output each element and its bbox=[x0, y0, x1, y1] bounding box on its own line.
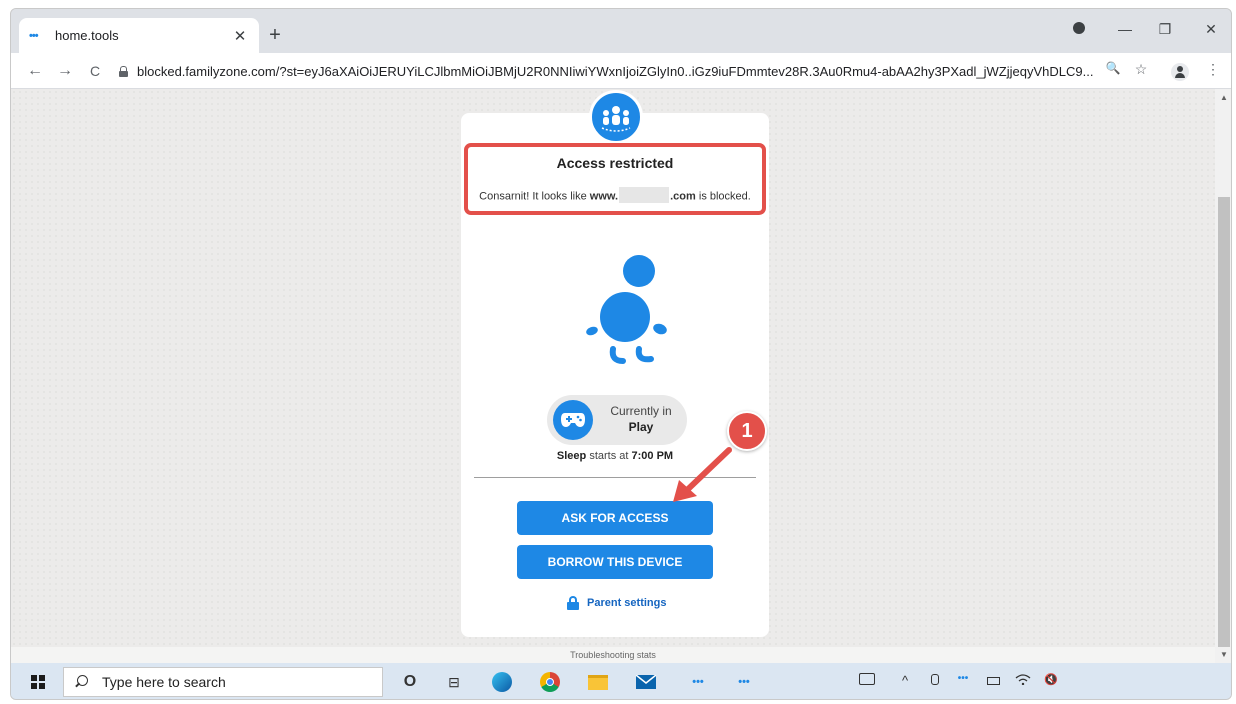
wifi-icon[interactable] bbox=[1013, 673, 1033, 688]
blocked-suffix: is blocked. bbox=[695, 190, 751, 203]
edge-browser-icon[interactable] bbox=[489, 669, 515, 695]
redacted-domain bbox=[619, 187, 670, 203]
blocked-message: Consarnit! It looks like www. .com is blo… bbox=[461, 187, 769, 203]
search-icon bbox=[74, 675, 88, 689]
bookmark-star-icon[interactable]: ☆ bbox=[1131, 61, 1151, 78]
address-bar[interactable]: blocked.familyzone.com/?st=eyJ6aXAiOiJER… bbox=[119, 57, 1209, 85]
family-zone-app-2-icon[interactable]: ••• bbox=[731, 669, 757, 695]
minimize-button[interactable]: — bbox=[1115, 21, 1135, 37]
troubleshooting-stats-link[interactable]: Troubleshooting stats bbox=[11, 647, 1215, 663]
annotation-arrow bbox=[673, 447, 732, 502]
forward-button[interactable]: → bbox=[55, 61, 75, 81]
page-content: Access restricted Consarnit! It looks li… bbox=[11, 89, 1215, 663]
tray-chevron-icon[interactable]: ^ bbox=[895, 673, 915, 688]
tab-close-icon[interactable]: ✕ bbox=[231, 27, 249, 45]
close-window-button[interactable]: ✕ bbox=[1201, 21, 1221, 38]
family-zone-app-icon[interactable]: ••• bbox=[685, 669, 711, 695]
search-placeholder: Type here to search bbox=[102, 674, 226, 690]
browser-toolbar: ← → C blocked.familyzone.com/?st=eyJ6aXA… bbox=[11, 53, 1231, 89]
scroll-down-arrow-icon[interactable]: ▼ bbox=[1220, 650, 1228, 659]
secure-lock-icon[interactable] bbox=[119, 65, 128, 77]
volume-muted-icon[interactable]: 🔇 bbox=[1041, 673, 1061, 686]
url-text[interactable]: blocked.familyzone.com/?st=eyJ6aXAiOiJER… bbox=[137, 64, 1097, 79]
annotation-step-badge: 1 bbox=[727, 411, 767, 451]
family-zone-tray-icon[interactable]: ••• bbox=[953, 673, 973, 684]
ask-for-access-button[interactable]: ASK FOR ACCESS bbox=[517, 501, 713, 535]
mail-icon[interactable] bbox=[633, 669, 659, 695]
profile-avatar-icon[interactable] bbox=[1171, 63, 1189, 81]
new-tab-button[interactable]: + bbox=[263, 23, 287, 47]
zoom-icon[interactable]: 🔍 bbox=[1103, 61, 1123, 75]
sleep-text: starts at bbox=[586, 450, 632, 462]
sleep-label: Sleep bbox=[556, 450, 587, 462]
family-zone-favicon-icon: ••• bbox=[29, 29, 39, 42]
taskbar-search-box[interactable]: Type here to search bbox=[63, 667, 383, 697]
mode-value: Play bbox=[628, 420, 654, 434]
news-widget-icon[interactable] bbox=[857, 673, 877, 688]
profile-indicator-icon[interactable] bbox=[1069, 21, 1089, 37]
annotation-highlight-box bbox=[464, 143, 766, 215]
tab-title: home.tools bbox=[55, 28, 119, 43]
cortana-icon[interactable]: O bbox=[397, 669, 423, 695]
reload-button[interactable]: C bbox=[85, 61, 105, 81]
blocked-domain-end: .com bbox=[670, 190, 696, 203]
page-title: Access restricted bbox=[556, 155, 674, 171]
browser-window: ••• home.tools ✕ + — ❐ ✕ ← → C blocked.f… bbox=[10, 8, 1232, 700]
padlock-icon bbox=[567, 596, 579, 610]
gamepad-icon bbox=[553, 400, 593, 440]
chrome-icon[interactable] bbox=[537, 669, 563, 695]
mode-label: Currently in bbox=[610, 404, 672, 418]
scroll-thumb[interactable] bbox=[1218, 197, 1230, 647]
restore-button[interactable]: ❐ bbox=[1155, 21, 1175, 38]
scroll-up-arrow-icon[interactable]: ▲ bbox=[1220, 93, 1228, 102]
battery-icon[interactable] bbox=[983, 673, 1003, 688]
file-explorer-icon[interactable] bbox=[585, 669, 611, 695]
parent-settings-link[interactable]: Parent settings bbox=[567, 596, 666, 610]
parent-settings-label: Parent settings bbox=[587, 597, 667, 609]
task-view-icon[interactable]: ⊟ bbox=[441, 669, 467, 695]
windows-start-icon[interactable] bbox=[31, 675, 45, 689]
tab-strip: ••• home.tools ✕ + — ❐ ✕ bbox=[11, 9, 1231, 53]
blocked-prefix: Consarnit! It looks like bbox=[479, 190, 590, 203]
borrow-device-button[interactable]: BORROW THIS DEVICE bbox=[517, 545, 713, 579]
tab-home-tools[interactable]: ••• home.tools ✕ bbox=[19, 18, 259, 53]
windows-taskbar: Type here to search O ⊟ ••• ••• ^ ••• 🔇 bbox=[11, 663, 1231, 699]
family-zone-logo-icon bbox=[589, 90, 643, 144]
menu-kebab-icon[interactable]: ⋮ bbox=[1203, 61, 1223, 78]
meet-now-icon[interactable] bbox=[925, 673, 945, 688]
mascot-illustration bbox=[586, 255, 667, 364]
back-button[interactable]: ← bbox=[25, 61, 45, 81]
blocked-domain-start: www. bbox=[589, 190, 619, 203]
vertical-scrollbar[interactable]: ▲ ▼ bbox=[1215, 89, 1231, 663]
sleep-time: 7:00 PM bbox=[631, 450, 674, 462]
